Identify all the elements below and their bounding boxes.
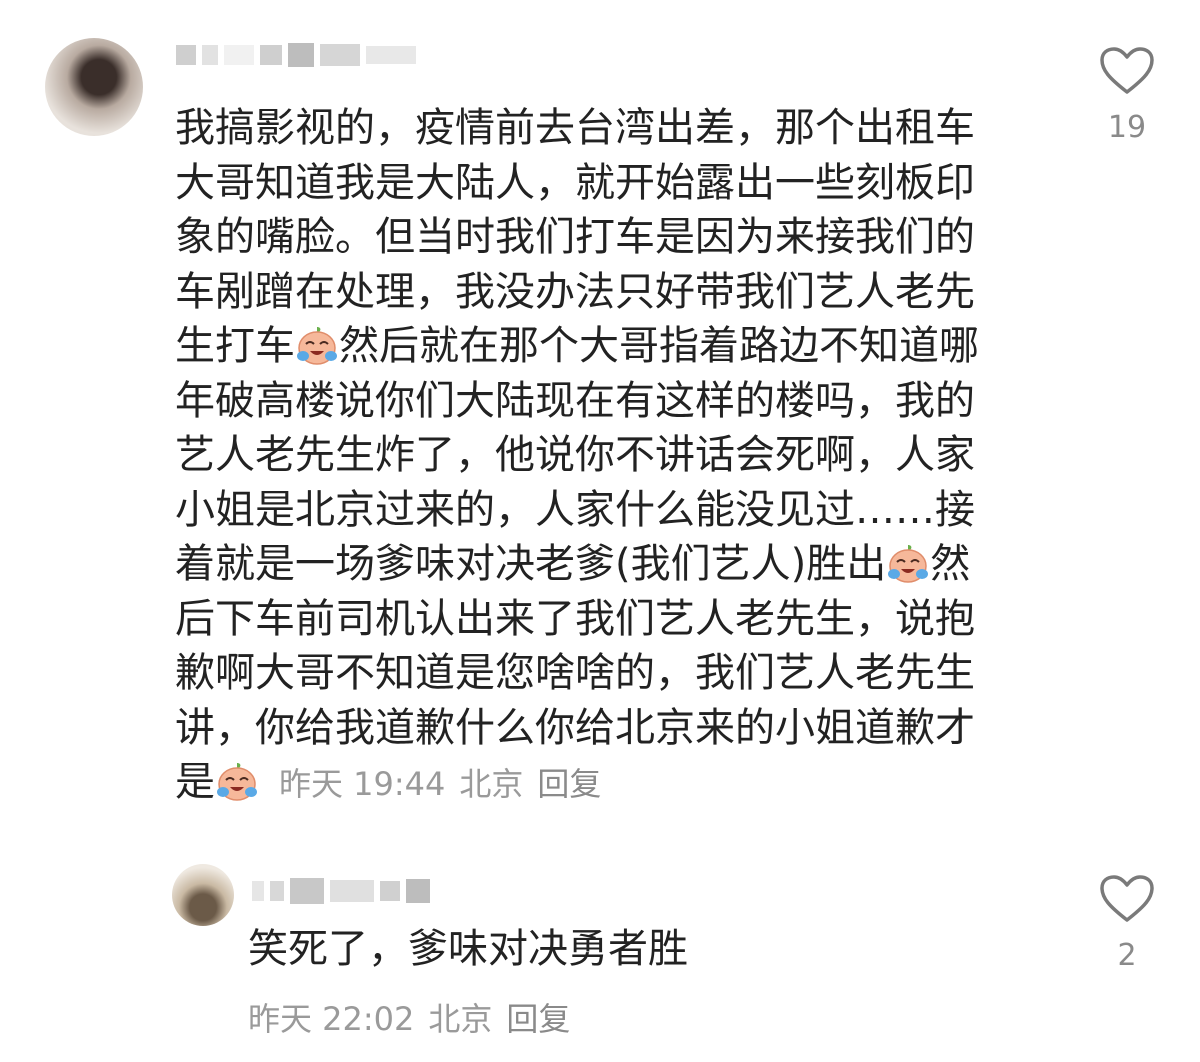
comment-text-segment: 然后就在那个大哥指着路边不知道哪 — [339, 323, 979, 369]
comment-line: 年破高楼说你们大陆现在有这样的楼吗，我的 — [175, 377, 975, 424]
comment-text-segment: 然 — [930, 541, 971, 587]
comment-line: 后下车前司机认出来了我们艺人老先生，说抱 — [175, 595, 975, 642]
comment-line: 着就是一场爹味对决老爹(我们艺人)胜出然 — [175, 537, 1055, 592]
comment-2: 笑死了，爹味对决勇者胜 昨天 22:02 北京 回复 2 — [0, 850, 1200, 1050]
comment-line: 象的嘴脸。但当时我们打车是因为来接我们的 — [175, 214, 975, 260]
crying-laughing-emoji-icon — [886, 541, 930, 585]
comment-text-segment: 着就是一场爹味对决老爹(我们艺人)胜出 — [175, 541, 887, 587]
comment-time: 昨天 19:44 — [279, 765, 446, 803]
comment-location: 北京 — [428, 1000, 493, 1038]
comment-body: 笑死了，爹味对决勇者胜 — [248, 922, 1028, 977]
comment-line: 笑死了，爹味对决勇者胜 — [248, 926, 688, 972]
like-count: 19 — [1107, 110, 1147, 145]
comment-text-segment: 是 — [175, 759, 215, 805]
crying-laughing-emoji-icon — [215, 759, 259, 803]
comment-line: 讲，你给我道歉什么你给北京来的小姐道歉才 — [175, 704, 975, 751]
comment-line: 是 昨天 19:44 北京 回复 — [175, 755, 1055, 812]
username-blurred[interactable] — [176, 40, 422, 70]
reply-button[interactable]: 回复 — [537, 765, 601, 803]
like-control[interactable]: 2 — [1092, 874, 1162, 973]
comment-text-segment: 生打车 — [175, 323, 295, 369]
like-control[interactable]: 19 — [1092, 46, 1162, 145]
comment-line: 生打车 然后就在那个大哥指着路边不知道哪 — [175, 319, 1055, 374]
heart-icon[interactable] — [1099, 46, 1155, 96]
crying-laughing-emoji-icon — [295, 323, 339, 367]
username-blurred[interactable] — [252, 876, 436, 906]
comment-line: 艺人老先生炸了，他说你不讲话会死啊，人家 — [175, 432, 975, 478]
comment-1: 我搞影视的，疫情前去台湾出差，那个出租车 大哥知道我是大陆人，就开始露出一些刻板… — [0, 0, 1200, 840]
comment-time: 昨天 22:02 — [248, 1000, 415, 1038]
comment-line: 我搞影视的，疫情前去台湾出差，那个出租车 — [175, 105, 975, 151]
comment-line: 车剐蹭在处理，我没办法只好带我们艺人老先 — [175, 268, 975, 315]
avatar[interactable] — [45, 38, 143, 136]
reply-button[interactable]: 回复 — [506, 1000, 570, 1038]
heart-icon[interactable] — [1099, 874, 1155, 924]
comment-line: 大哥知道我是大陆人，就开始露出一些刻板印 — [175, 159, 975, 206]
comment-meta: 昨天 22:02 北京 回复 — [248, 994, 584, 1040]
comment-line: 小姐是北京过来的，人家什么能没见过……接 — [175, 486, 975, 533]
comment-location: 北京 — [459, 765, 524, 803]
comment-meta: 昨天 19:44 北京 回复 — [279, 765, 615, 803]
comment-line: 歉啊大哥不知道是您啥啥的，我们艺人老先生 — [175, 650, 975, 696]
like-count: 2 — [1117, 938, 1137, 973]
avatar[interactable] — [172, 864, 234, 926]
comment-body: 我搞影视的，疫情前去台湾出差，那个出租车 大哥知道我是大陆人，就开始露出一些刻板… — [175, 101, 1055, 812]
